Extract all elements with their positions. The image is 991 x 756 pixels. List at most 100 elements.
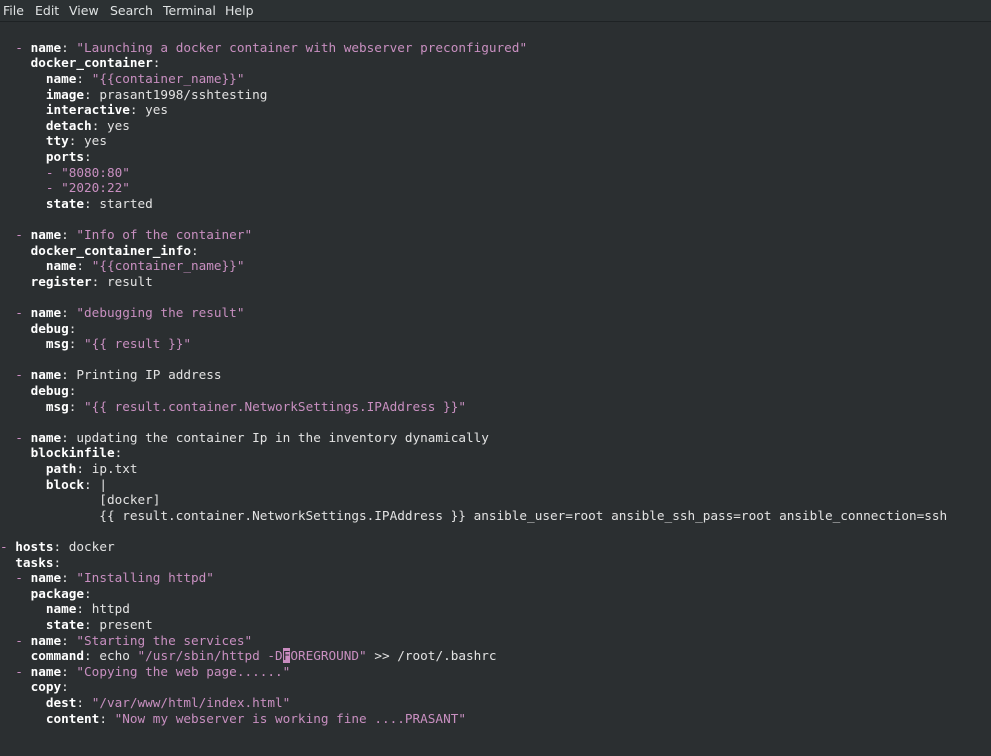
code-token: :: [68, 382, 77, 398]
code-token: docker_container: [30, 55, 153, 71]
code-token: path: [45, 460, 77, 476]
code-token: started: [99, 195, 153, 211]
code-token: state: [45, 195, 85, 211]
terminal-line: debug:: [0, 382, 77, 399]
code-token: Printing IP address: [76, 367, 222, 383]
code-token: :: [61, 429, 77, 445]
code-token: :: [76, 70, 92, 86]
code-token: name: [30, 226, 62, 242]
code-token: package: [30, 585, 85, 601]
code-token: |: [99, 476, 107, 492]
code-token: debug: [30, 320, 69, 336]
terminal-line: blockinfile:: [0, 445, 123, 461]
code-token: -: [0, 632, 31, 648]
code-token: :: [61, 39, 77, 55]
code-token: name: [30, 304, 62, 320]
code-token: "{{ result }}": [84, 336, 191, 352]
code-token: -: [0, 180, 62, 196]
code-token: :: [76, 258, 92, 274]
code-token: OREGROUND": [290, 648, 367, 664]
code-token: :: [84, 585, 92, 601]
terminal-line: - name: Printing IP address: [0, 367, 222, 383]
code-token: yes: [84, 133, 107, 149]
terminal-line: - name: "Info of the container": [0, 227, 252, 243]
code-token: ports: [45, 148, 85, 164]
terminal-line: state: present: [0, 617, 153, 633]
code-token: "/usr/sbin/httpd -D: [137, 648, 283, 664]
terminal-line: {{ result.container.NetworkSettings.IPAd…: [0, 508, 947, 524]
menu-search[interactable]: Search: [110, 3, 153, 18]
code-token: updating the container Ip in the invento…: [76, 429, 489, 445]
terminal-output[interactable]: - name: "Launching a docker container wi…: [0, 23, 991, 756]
code-token: block: [45, 476, 85, 492]
code-token: :: [91, 117, 107, 133]
code-token: name: [30, 429, 62, 445]
code-token: state: [45, 616, 85, 632]
code-token: -: [0, 429, 31, 445]
code-token: :: [190, 242, 199, 258]
terminal-line: copy:: [0, 679, 69, 695]
code-token: name: [45, 601, 77, 617]
code-token: "Now my webserver is working fine ....PR…: [114, 710, 466, 726]
code-token: :: [61, 226, 77, 242]
code-token: register: [30, 273, 92, 289]
code-token: -: [0, 39, 31, 55]
code-token: :: [68, 398, 85, 414]
code-token: :: [152, 55, 161, 71]
code-token: present: [99, 616, 153, 632]
terminal-line: name: httpd: [0, 601, 130, 617]
code-token: echo: [99, 648, 138, 664]
terminal-line: tasks:: [0, 555, 61, 571]
menu-file[interactable]: File: [3, 3, 24, 18]
menu-edit[interactable]: Edit: [35, 3, 59, 18]
code-token: docker_container_info: [30, 242, 191, 258]
code-token: :: [61, 570, 77, 586]
menu-terminal[interactable]: Terminal: [163, 3, 216, 18]
code-token: {{ result.container.NetworkSettings.IPAd…: [0, 507, 948, 523]
terminal-line: register: result: [0, 274, 153, 290]
code-token: :: [61, 663, 77, 679]
code-token: name: [30, 663, 62, 679]
code-token: name: [45, 70, 77, 86]
code-token: tasks: [15, 554, 54, 570]
terminal-line: - name: "Installing httpd": [0, 570, 214, 586]
code-token: :: [53, 554, 62, 570]
code-token: tty: [45, 133, 69, 149]
terminal-line: msg: "{{ result.container.NetworkSetting…: [0, 399, 466, 415]
terminal-line: content: "Now my webserver is working fi…: [0, 711, 466, 727]
code-token: docker: [68, 538, 115, 554]
code-token: "Launching a docker container with webse…: [76, 39, 528, 55]
code-token: :: [84, 616, 100, 632]
menu-help[interactable]: Help: [225, 3, 254, 18]
code-token: -: [0, 304, 31, 320]
code-token: -: [0, 663, 31, 679]
code-token: [docker]: [0, 492, 161, 508]
terminal-line: - name: "debugging the result": [0, 305, 244, 321]
code-token: "2020:22": [61, 180, 130, 196]
terminal-line: - name: "Copying the web page......": [0, 664, 290, 680]
terminal-line: package:: [0, 586, 92, 602]
code-token: :: [68, 320, 77, 336]
code-token: "{{container_name}}": [91, 70, 245, 86]
code-token: "debugging the result": [76, 304, 245, 320]
menu-view[interactable]: View: [69, 3, 99, 18]
terminal-line: - "2020:22": [0, 180, 130, 196]
code-token: :: [68, 336, 85, 352]
code-token: :: [84, 195, 100, 211]
code-token: "{{ result.container.NetworkSettings.IPA…: [84, 398, 466, 414]
code-token: "Info of the container": [76, 226, 253, 242]
terminal-line: docker_container:: [0, 55, 161, 71]
terminal-line: debug:: [0, 320, 77, 337]
code-token: result: [106, 273, 153, 289]
